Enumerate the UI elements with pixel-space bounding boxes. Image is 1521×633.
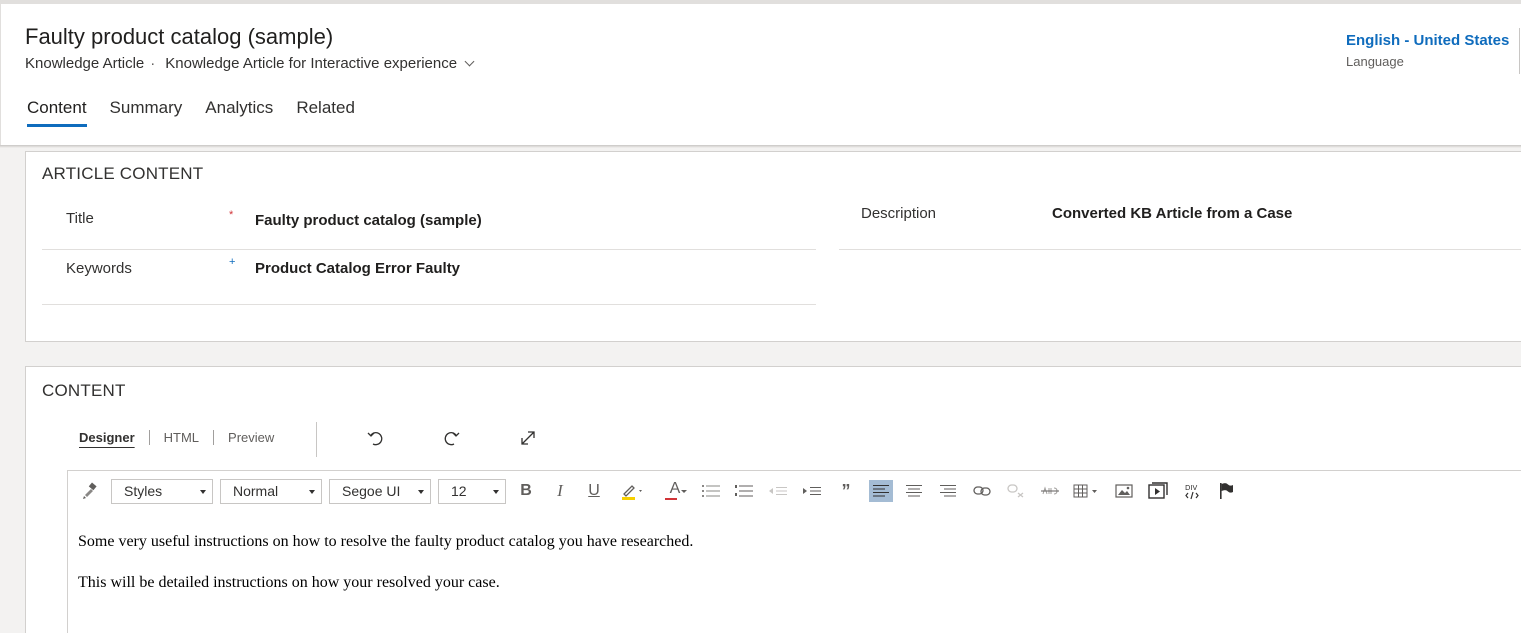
styles-dropdown-label: Styles bbox=[124, 483, 163, 499]
form-selector-label: Knowledge Article for Interactive experi… bbox=[165, 55, 458, 72]
format-dropdown-label: Normal bbox=[233, 483, 279, 499]
form-tabs: Content Summary Analytics Related bbox=[27, 98, 378, 127]
align-right-icon[interactable] bbox=[937, 480, 959, 502]
language-link[interactable]: English - United States bbox=[1346, 32, 1509, 49]
editor-tabs-divider bbox=[316, 422, 317, 457]
keywords-field-row: Keywords + Product Catalog Error Faulty bbox=[42, 250, 816, 305]
dropdown-arrow-icon bbox=[309, 490, 315, 494]
highlight-color-icon[interactable] bbox=[619, 480, 647, 502]
flag-icon[interactable] bbox=[1215, 480, 1237, 502]
blockquote-button[interactable]: ” bbox=[835, 480, 857, 502]
unlink-icon[interactable] bbox=[1005, 480, 1027, 502]
align-center-icon[interactable] bbox=[903, 480, 925, 502]
title-field-row: Title * Faulty product catalog (sample) bbox=[42, 200, 816, 250]
font-dropdown[interactable]: Segoe UI bbox=[329, 479, 431, 504]
tab-summary[interactable]: Summary bbox=[110, 98, 183, 127]
record-subtitle: Knowledge Article · Knowledge Article fo… bbox=[25, 55, 475, 72]
align-left-icon[interactable] bbox=[869, 480, 893, 502]
page-title: Faulty product catalog (sample) bbox=[25, 24, 334, 49]
editor-paragraph: Some very useful instructions on how to … bbox=[78, 533, 694, 550]
editor-tab-html[interactable]: HTML bbox=[148, 430, 213, 445]
increase-indent-icon[interactable] bbox=[801, 480, 823, 502]
undo-icon[interactable] bbox=[364, 427, 386, 449]
keywords-input[interactable]: Product Catalog Error Faulty bbox=[255, 260, 460, 277]
size-dropdown[interactable]: 12 bbox=[438, 479, 506, 504]
decrease-indent-icon[interactable] bbox=[767, 480, 789, 502]
insert-div-icon[interactable]: DIV bbox=[1181, 480, 1203, 502]
dropdown-arrow-icon bbox=[493, 490, 499, 494]
font-color-glyph: A bbox=[669, 480, 681, 497]
link-icon[interactable] bbox=[971, 480, 993, 502]
table-icon[interactable] bbox=[1073, 480, 1101, 502]
required-indicator: * bbox=[229, 209, 234, 221]
section-title-content: CONTENT bbox=[42, 381, 126, 400]
dropdown-arrow-icon bbox=[200, 490, 206, 494]
separator-dot: · bbox=[150, 55, 156, 72]
editor-toolbar: Styles Normal Segoe UI 12 B I U A ” DIV bbox=[67, 470, 1521, 514]
editor-paragraph: This will be detailed instructions on ho… bbox=[78, 574, 500, 591]
size-dropdown-label: 12 bbox=[451, 483, 467, 499]
format-dropdown[interactable]: Normal bbox=[220, 479, 322, 504]
dropdown-arrow-icon bbox=[418, 490, 424, 494]
tab-content[interactable]: Content bbox=[27, 98, 87, 127]
description-input[interactable]: Converted KB Article from a Case bbox=[1052, 205, 1292, 222]
entity-name: Knowledge Article bbox=[25, 55, 145, 72]
header-shadow bbox=[0, 145, 1521, 148]
editor-mode-tabs: Designer HTML Preview bbox=[79, 430, 288, 445]
editor-tab-preview[interactable]: Preview bbox=[213, 430, 288, 445]
description-field-row: Description Converted KB Article from a … bbox=[839, 200, 1521, 250]
bullet-list-icon[interactable] bbox=[700, 480, 722, 502]
underline-button[interactable]: U bbox=[583, 480, 605, 502]
svg-text:DIV: DIV bbox=[1185, 484, 1197, 492]
italic-button[interactable]: I bbox=[549, 480, 571, 502]
redo-icon[interactable] bbox=[441, 427, 463, 449]
font-color-icon[interactable]: A bbox=[661, 480, 689, 502]
expand-icon[interactable] bbox=[517, 427, 539, 449]
editor-tab-designer[interactable]: Designer bbox=[79, 430, 149, 445]
format-painter-icon[interactable] bbox=[79, 480, 101, 502]
article-content-section: ARTICLE CONTENT Title * Faulty product c… bbox=[25, 151, 1521, 342]
video-icon[interactable] bbox=[1147, 480, 1169, 502]
recommended-indicator: + bbox=[229, 256, 236, 268]
description-label: Description bbox=[861, 205, 937, 222]
styles-dropdown[interactable]: Styles bbox=[111, 479, 213, 504]
section-title-article-content: ARTICLE CONTENT bbox=[42, 164, 204, 183]
image-icon[interactable] bbox=[1113, 480, 1135, 502]
language-caption: Language bbox=[1346, 54, 1404, 69]
language-field: English - United States Language bbox=[1346, 32, 1509, 69]
form-selector[interactable]: Knowledge Article for Interactive experi… bbox=[165, 55, 475, 72]
keywords-label: Keywords bbox=[66, 260, 132, 277]
record-header: Faulty product catalog (sample) Knowledg… bbox=[0, 0, 1521, 145]
numbered-list-icon[interactable] bbox=[733, 480, 755, 502]
title-label: Title bbox=[66, 210, 94, 227]
bold-button[interactable]: B bbox=[515, 480, 537, 502]
tab-related[interactable]: Related bbox=[296, 98, 355, 127]
header-divider bbox=[1519, 28, 1520, 74]
chevron-down-icon bbox=[464, 56, 475, 66]
tab-analytics[interactable]: Analytics bbox=[205, 98, 273, 127]
font-dropdown-label: Segoe UI bbox=[342, 483, 401, 499]
rich-text-editor[interactable]: Some very useful instructions on how to … bbox=[67, 513, 1521, 633]
title-input[interactable]: Faulty product catalog (sample) bbox=[255, 212, 482, 229]
strikethrough-icon[interactable] bbox=[1039, 480, 1061, 502]
content-section: CONTENT Designer HTML Preview Styles Nor… bbox=[25, 366, 1521, 633]
